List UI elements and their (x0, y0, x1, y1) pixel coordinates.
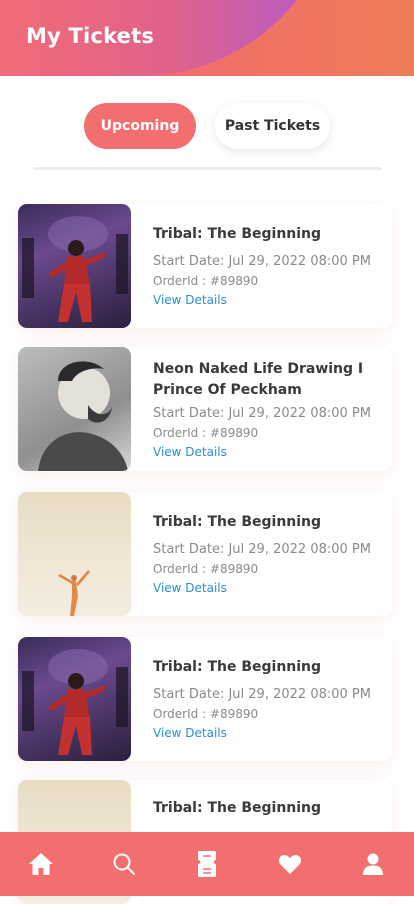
ticket-card[interactable]: Tribal: The Beginning Start Date: Jul 29… (18, 637, 392, 761)
page-title: My Tickets (26, 24, 155, 48)
view-details-link[interactable]: View Details (153, 581, 382, 595)
app-header: My Tickets (0, 0, 414, 76)
ticket-order-id: OrderId : #89890 (153, 707, 259, 721)
ticket-start-date: Start Date: Jul 29, 2022 08:00 PM (153, 254, 371, 269)
ticket-card[interactable]: Tribal: The Beginning Start Date: Jul 29… (18, 492, 392, 616)
view-details-link[interactable]: View Details (153, 445, 382, 459)
heart-icon[interactable] (270, 844, 310, 884)
ticket-card[interactable]: Neon Naked Life Drawing I Prince Of Peck… (18, 347, 392, 471)
ticket-order-id: OrderId : #89890 (153, 274, 259, 288)
ticket-title: Tribal: The Beginning (153, 514, 322, 530)
ticket-icon[interactable] (187, 844, 227, 884)
bottom-nav (0, 832, 414, 896)
home-icon[interactable] (21, 844, 61, 884)
view-details-link[interactable]: View Details (153, 726, 382, 740)
event-thumbnail (18, 347, 131, 471)
tab-upcoming[interactable]: Upcoming (84, 103, 196, 149)
ticket-card[interactable]: Tribal: The Beginning Start Date: Jul 29… (18, 204, 392, 328)
ticket-title: Neon Naked Life Drawing I Prince Of Peck… (153, 361, 364, 398)
view-details-link[interactable]: View Details (153, 293, 382, 307)
ticket-start-date: Start Date: Jul 29, 2022 08:00 PM (153, 687, 371, 702)
event-thumbnail (18, 204, 131, 328)
ticket-order-id: OrderId : #89890 (153, 426, 259, 440)
user-icon[interactable] (353, 844, 393, 884)
ticket-title: Tribal: The Beginning (153, 226, 322, 242)
tab-past-tickets[interactable]: Past Tickets (215, 103, 330, 149)
ticket-start-date: Start Date: Jul 29, 2022 08:00 PM (153, 406, 371, 421)
ticket-title: Tribal: The Beginning (153, 659, 322, 675)
ticket-start-date: Start Date: Jul 29, 2022 08:00 PM (153, 542, 371, 557)
event-thumbnail (18, 637, 131, 761)
tabs-divider (33, 167, 382, 170)
ticket-title: Tribal: The Beginning (153, 800, 322, 816)
event-thumbnail (18, 492, 131, 616)
search-icon[interactable] (104, 844, 144, 884)
ticket-order-id: OrderId : #89890 (153, 562, 259, 576)
